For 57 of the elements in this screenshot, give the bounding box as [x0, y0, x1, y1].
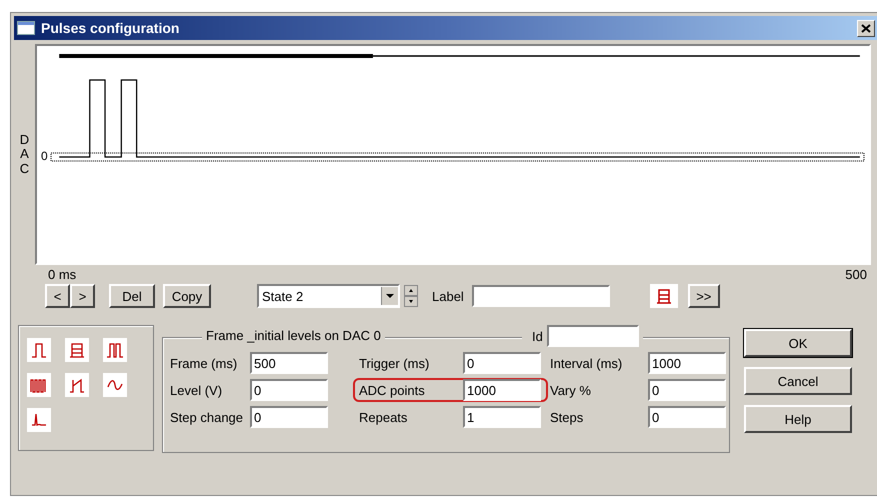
waveform-icon [68, 341, 86, 359]
input-field[interactable]: 1000 [463, 379, 541, 401]
waveform-icon [30, 411, 48, 429]
label-input[interactable] [472, 285, 610, 307]
field-label: Label [432, 288, 464, 304]
field-label: Trigger (ms) [358, 356, 430, 370]
input-field[interactable]: 0 [463, 352, 541, 374]
field-label: Interval (ms) [550, 356, 624, 370]
dialog-button[interactable]: Cancel [744, 367, 852, 395]
field-label: Repeats [358, 410, 408, 424]
input-field[interactable]: 0 [648, 379, 726, 401]
window-icon [17, 21, 35, 35]
waveform-button[interactable] [103, 373, 127, 397]
input-field[interactable]: 0 [648, 406, 726, 428]
waveform-button[interactable] [65, 373, 89, 397]
dialog-button[interactable]: OK [744, 329, 852, 357]
field-label: Level (V) [170, 382, 224, 398]
id-input[interactable] [546, 325, 639, 347]
input-field[interactable]: 500 [250, 352, 328, 374]
state-dropdown[interactable]: State 2 [257, 284, 400, 308]
next-button[interactable]: >> [688, 284, 720, 308]
field-label: Steps [550, 410, 584, 424]
waveform-icon [68, 376, 86, 394]
input-field[interactable]: 0 [250, 379, 328, 401]
waveform-button[interactable] [27, 338, 51, 362]
dropdown-arrow-icon [381, 287, 398, 305]
field-label: Vary % [550, 382, 592, 398]
close-button[interactable] [857, 20, 875, 36]
waveform-icon [106, 341, 124, 359]
dialog-button[interactable]: Help [744, 405, 852, 433]
pulse-train-icon [654, 287, 673, 305]
waveform-button[interactable] [27, 408, 51, 432]
field-label: Step change [170, 410, 244, 424]
waveform-icon [30, 341, 48, 359]
field-label: ADC points [358, 382, 426, 398]
input-field[interactable]: 1 [463, 406, 541, 428]
waveform-button[interactable] [103, 338, 127, 362]
axis-end-label: 500 [845, 267, 867, 283]
toolbar-button[interactable]: > [70, 284, 95, 308]
axis-label: DAC [18, 133, 30, 176]
axis-start-label: 0 ms [48, 267, 76, 283]
zero-label: 0 [41, 149, 48, 163]
spin-button[interactable] [404, 285, 418, 307]
toolbar-button[interactable]: Copy [163, 284, 211, 308]
field-label: Id [531, 328, 543, 344]
close-icon [861, 24, 871, 32]
waveform-button[interactable] [65, 338, 89, 362]
toolbar-button[interactable]: Del [109, 284, 155, 308]
window-title: Pulses configuration [41, 20, 180, 36]
input-field[interactable]: 0 [250, 406, 328, 428]
waveform-button[interactable] [27, 373, 51, 397]
input-field[interactable]: 1000 [648, 352, 726, 374]
field-label: Frame (ms) [170, 356, 238, 370]
group-title: Frame _initial levels on DAC 0 [202, 328, 385, 343]
toolbar-button[interactable]: < [45, 284, 70, 308]
up-down-arrows-icon [404, 285, 418, 307]
selected-waveform-button[interactable] [650, 284, 678, 308]
